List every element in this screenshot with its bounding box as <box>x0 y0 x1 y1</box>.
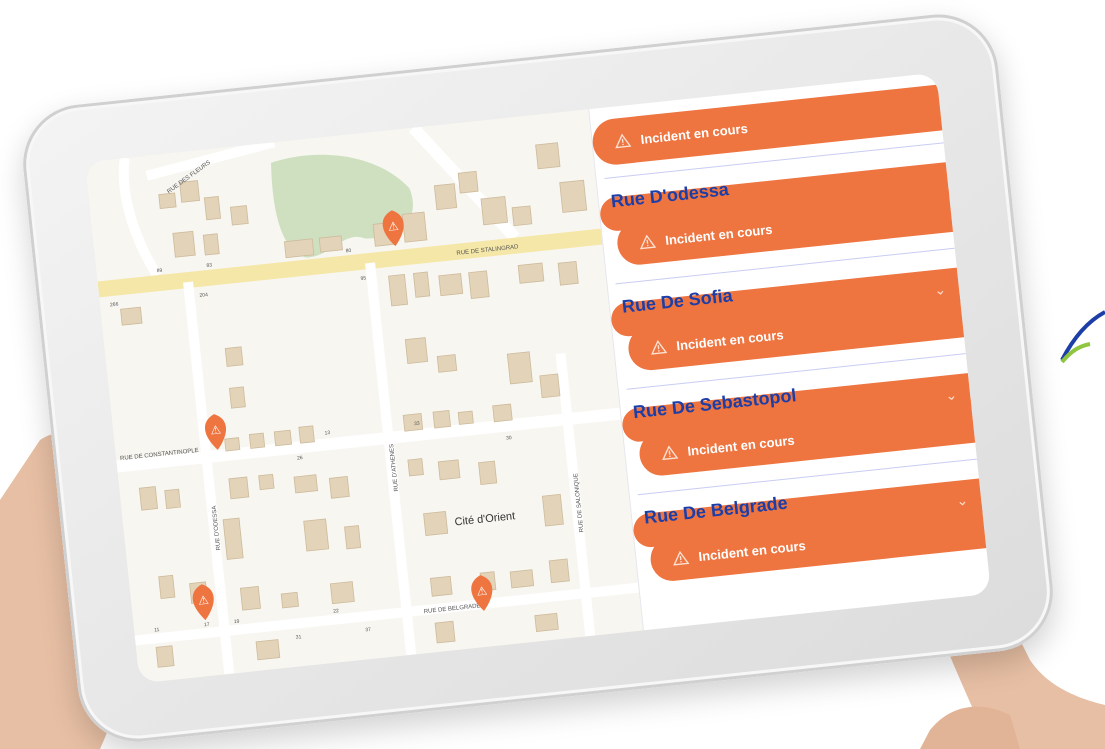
incident-label: Incident en cours <box>639 120 749 147</box>
svg-text:37: 37 <box>365 627 371 634</box>
svg-text:⚠: ⚠ <box>197 593 209 608</box>
svg-text:30: 30 <box>506 435 512 442</box>
svg-text:17: 17 <box>204 622 210 629</box>
svg-text:89: 89 <box>156 268 162 275</box>
svg-text:266: 266 <box>110 301 119 308</box>
tablet-device: RUE DES FLEURS RUE DE STALINGRAD RUE DE … <box>17 8 1059 748</box>
svg-text:95: 95 <box>360 275 366 282</box>
svg-text:11: 11 <box>154 627 160 634</box>
warning-icon <box>661 445 679 461</box>
warning-icon <box>614 133 632 149</box>
svg-text:⚠: ⚠ <box>476 583 488 598</box>
street-item[interactable]: ⌄ Rue De Belgrade Incident en cours <box>631 472 988 584</box>
street-item[interactable]: ⌄ Rue De Sofia Incident en cours <box>609 262 966 373</box>
svg-text:19: 19 <box>234 619 240 626</box>
incident-label: Incident en cours <box>675 326 785 353</box>
svg-text:26: 26 <box>297 455 303 462</box>
tablet-screen: RUE DES FLEURS RUE DE STALINGRAD RUE DE … <box>84 72 992 684</box>
incident-label: Incident en cours <box>697 537 807 564</box>
map-view[interactable]: RUE DES FLEURS RUE DE STALINGRAD RUE DE … <box>84 109 643 684</box>
street-map[interactable]: RUE DES FLEURS RUE DE STALINGRAD RUE DE … <box>84 109 643 684</box>
svg-text:13: 13 <box>324 430 330 437</box>
svg-text:33: 33 <box>414 421 420 428</box>
incident-panel: Incident en cours Rue D'odessa Incident … <box>588 72 992 631</box>
svg-text:80: 80 <box>345 248 351 255</box>
warning-icon <box>650 339 668 355</box>
svg-text:22: 22 <box>333 608 339 615</box>
svg-text:⚠: ⚠ <box>210 422 222 437</box>
svg-text:83: 83 <box>206 262 212 269</box>
incident-label: Incident en cours <box>664 221 774 248</box>
warning-icon <box>639 234 657 250</box>
street-item[interactable]: Rue D'odessa Incident en cours <box>598 156 954 267</box>
svg-text:31: 31 <box>296 634 302 641</box>
svg-text:204: 204 <box>199 292 208 299</box>
scene: RUE DES FLEURS RUE DE STALINGRAD RUE DE … <box>0 0 1105 749</box>
warning-icon <box>672 550 690 566</box>
brand-swoosh <box>1060 310 1105 364</box>
incident-label: Incident en cours <box>686 432 796 459</box>
svg-text:⚠: ⚠ <box>387 219 399 234</box>
street-item[interactable]: ⌄ Rue De Sebastopol Incident en cours <box>620 367 977 478</box>
